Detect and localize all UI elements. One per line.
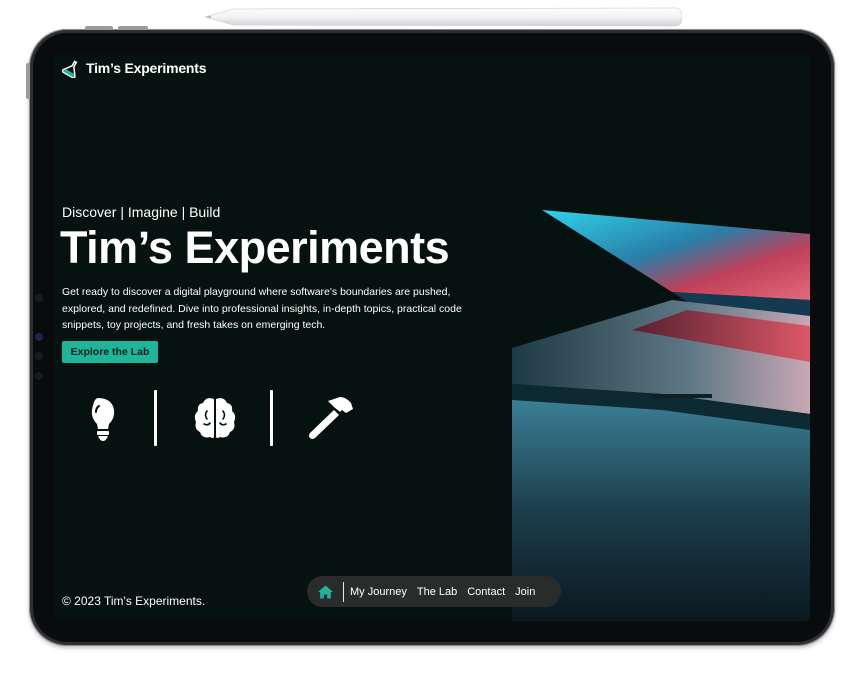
copyright-text: © 2023 Tim's Experiments.: [62, 594, 206, 608]
hero-title: Tim’s Experiments: [60, 222, 450, 273]
home-icon: [317, 585, 333, 598]
sensor-dot: [35, 372, 43, 380]
bottom-navigation: My Journey The Lab Contact Join: [307, 576, 561, 607]
laptop-photo: [512, 204, 810, 621]
lightbulb-icon: [91, 398, 115, 441]
volume-button-top: [85, 26, 113, 30]
website-screen: Tim’s Experiments Discover | Imagine | B…: [54, 54, 810, 621]
flask-icon: [62, 60, 78, 78]
hammer-icon: [309, 397, 353, 439]
side-button: [26, 63, 30, 99]
sensor-dot: [35, 294, 43, 302]
nav-link-contact[interactable]: Contact: [467, 586, 505, 598]
apple-pencil: [205, 7, 682, 27]
nav-link-join[interactable]: Join: [515, 586, 535, 598]
icon-divider: [270, 390, 273, 446]
brain-icon: [194, 398, 236, 438]
nav-link-the-lab[interactable]: The Lab: [417, 586, 457, 598]
hero-tagline: Discover | Imagine | Build: [62, 204, 221, 220]
sensor-dot: [35, 352, 43, 360]
logo-text: Tim’s Experiments: [86, 60, 207, 76]
nav-separator: [343, 581, 344, 602]
nav-link-my-journey[interactable]: My Journey: [350, 586, 407, 598]
icon-divider: [154, 390, 157, 446]
power-button-top: [118, 26, 148, 30]
hero-description: Get ready to discover a digital playgrou…: [62, 286, 462, 331]
home-button[interactable]: [307, 576, 343, 607]
front-camera-icon: [35, 333, 43, 341]
explore-lab-button[interactable]: Explore the Lab: [62, 341, 158, 363]
site-logo[interactable]: Tim’s Experiments: [62, 58, 207, 78]
